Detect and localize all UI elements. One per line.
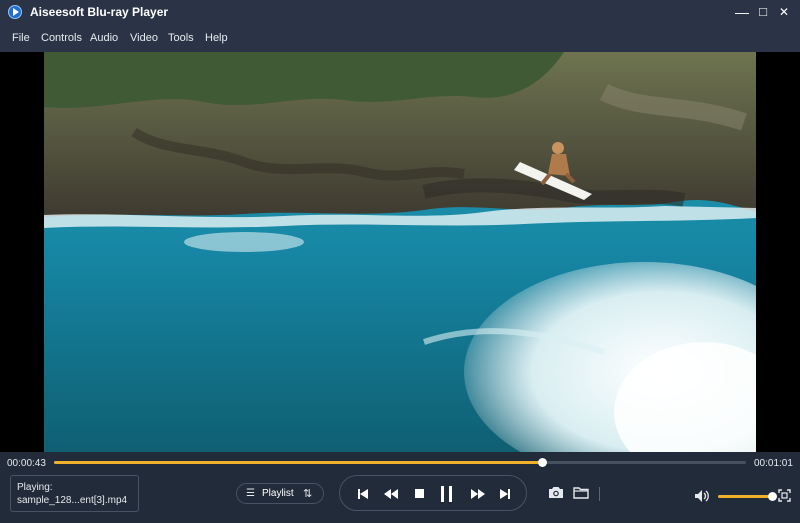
maximize-button[interactable]: □ [753,2,773,22]
fullscreen-icon[interactable] [778,489,791,502]
close-icon: ✕ [778,5,790,19]
sort-order-icon[interactable]: ⇅ [303,487,312,500]
video-stage[interactable] [0,52,800,452]
menu-file[interactable]: File [12,32,30,44]
seek-handle[interactable] [537,458,547,467]
maximize-icon: □ [759,4,767,19]
minimize-icon: — [735,4,749,20]
speaker-icon[interactable] [694,489,710,503]
seek-progress [54,461,542,464]
now-playing-filename: sample_128...ent[3].mp4 [17,495,128,506]
minimize-button[interactable]: — [732,2,752,22]
control-bar: 00:00:43 00:01:01 Playing: sample_128...… [0,452,800,523]
video-frame[interactable] [44,52,756,452]
menu-tools[interactable]: Tools [168,32,194,44]
previous-button[interactable] [350,476,376,510]
menu-audio[interactable]: Audio [90,32,118,44]
list-icon: ☰ [246,488,255,499]
skip-previous-icon [358,488,368,499]
playlist-label: Playlist [262,488,294,499]
playlist-button[interactable]: ☰ Playlist ⇅ [236,483,324,504]
stop-button[interactable] [406,476,432,510]
forward-button[interactable] [465,476,491,510]
pause-button[interactable] [434,476,460,510]
player-logo-icon [8,5,22,19]
now-playing-label: Playing: [17,482,53,493]
total-time: 00:01:01 [754,458,793,469]
volume-slider[interactable] [718,495,772,498]
fast-forward-icon [471,488,485,499]
menu-bar: File Controls Audio Video Tools Help [0,24,800,53]
rewind-button[interactable] [378,476,404,510]
next-button[interactable] [492,476,518,510]
menu-help[interactable]: Help [205,32,228,44]
camera-icon[interactable] [548,486,564,499]
stop-icon [414,489,424,499]
folder-icon[interactable] [573,486,589,499]
current-time: 00:00:43 [7,458,46,469]
skip-next-icon [500,488,510,499]
video-scene [44,52,756,452]
menu-controls[interactable]: Controls [41,32,82,44]
transport-controls [339,475,527,511]
rewind-icon [384,488,398,499]
menu-video[interactable]: Video [130,32,158,44]
volume-handle[interactable] [768,492,777,501]
toolbar-divider [599,487,600,501]
seek-bar[interactable] [54,458,746,467]
now-playing-box: Playing: sample_128...ent[3].mp4 [10,475,139,512]
window-title: Aiseesoft Blu-ray Player [30,5,169,19]
close-button[interactable]: ✕ [774,2,794,22]
pause-icon [441,485,452,502]
title-bar: Aiseesoft Blu-ray Player — □ ✕ [0,0,800,24]
